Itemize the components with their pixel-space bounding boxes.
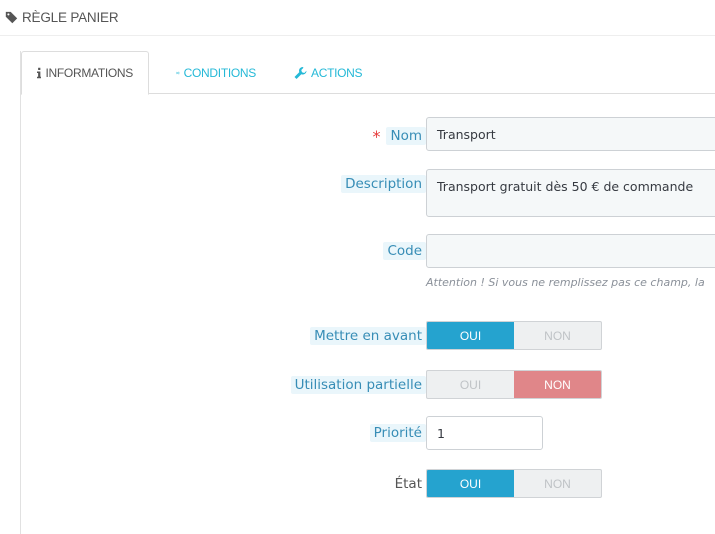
- name-label: * Nom: [372, 125, 426, 146]
- code-input[interactable]: [426, 234, 715, 268]
- highlight-label: Mettre en avant: [310, 327, 426, 345]
- wrench-icon: [294, 66, 307, 79]
- description-textarea[interactable]: Transport gratuit dès 50 € de commande: [426, 169, 715, 217]
- status-switch: OUI NON: [426, 469, 602, 498]
- tab-informations[interactable]: INFORMATIONS: [21, 51, 149, 95]
- info-icon: [37, 67, 42, 79]
- tab-actions-label: ACTIONS: [311, 65, 363, 80]
- tab-informations-label: INFORMATIONS: [45, 66, 133, 80]
- highlight-no-option[interactable]: NON: [514, 322, 601, 349]
- partial-use-no-option[interactable]: NON: [514, 371, 601, 398]
- priority-label: Priorité: [369, 424, 426, 442]
- highlight-yes-option[interactable]: OUI: [427, 322, 514, 349]
- tab-actions[interactable]: ACTIONS: [279, 51, 379, 94]
- required-mark: *: [372, 127, 381, 146]
- code-label: Code: [383, 242, 426, 260]
- partial-use-yes-option[interactable]: OUI: [427, 371, 514, 398]
- status-no-option[interactable]: NON: [514, 470, 601, 497]
- code-help-text: Attention ! Si vous ne remplissez pas ce…: [426, 276, 705, 289]
- partial-use-switch: OUI NON: [426, 370, 602, 399]
- priority-input[interactable]: 1: [426, 416, 543, 450]
- tag-icon: [5, 11, 18, 24]
- partial-use-label: Utilisation partielle: [290, 376, 426, 394]
- description-label: Description: [341, 175, 426, 193]
- tab-conditions[interactable]: CONDITIONS: [161, 51, 271, 94]
- panel-title: RÈGLE PANIER: [22, 10, 119, 25]
- status-yes-option[interactable]: OUI: [427, 470, 514, 497]
- status-label: État: [394, 476, 422, 492]
- panel-body: INFORMATIONS CONDITIONS ACTIONS * Nom Tra…: [20, 51, 715, 534]
- highlight-switch: OUI NON: [426, 321, 602, 350]
- panel-heading: RÈGLE PANIER: [0, 0, 715, 36]
- name-input[interactable]: Transport: [426, 117, 715, 151]
- tab-conditions-label: CONDITIONS: [183, 65, 257, 80]
- shuffle-icon: [176, 71, 180, 74]
- tab-bar: INFORMATIONS CONDITIONS ACTIONS: [21, 51, 715, 95]
